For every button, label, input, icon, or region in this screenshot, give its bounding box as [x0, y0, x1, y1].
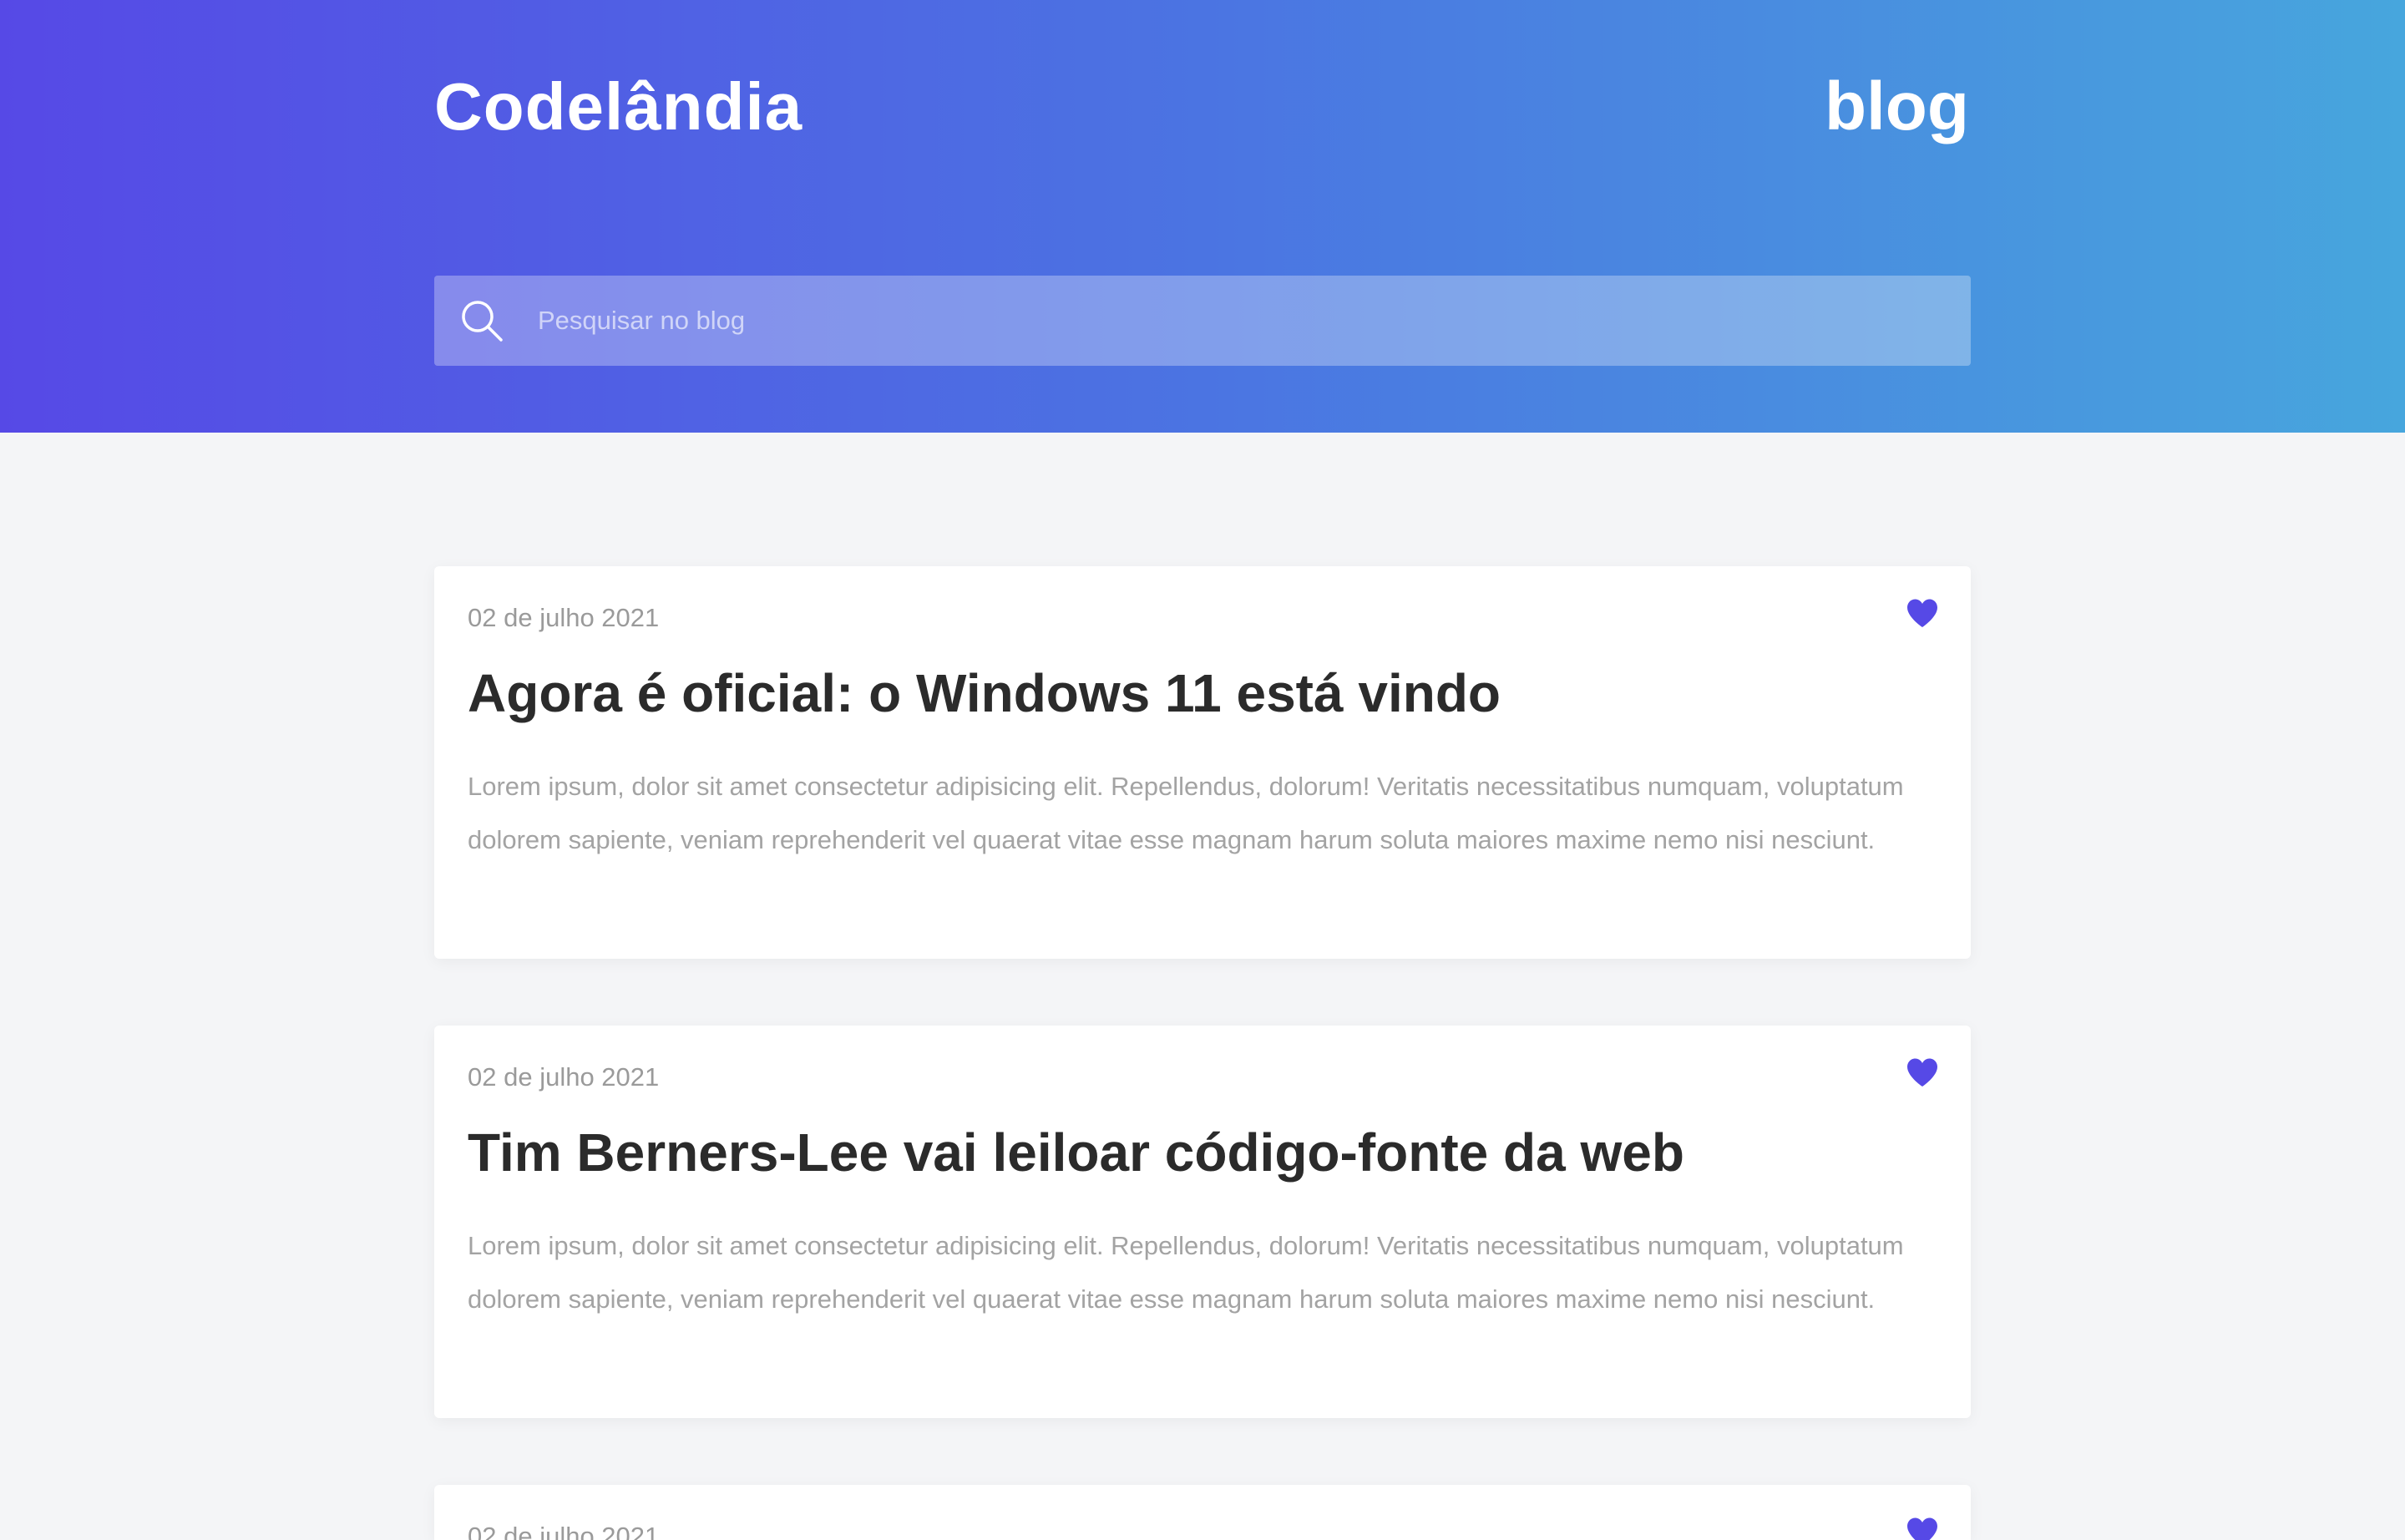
brand-logo[interactable]: Codelândia: [434, 65, 803, 149]
heart-icon[interactable]: [1906, 1517, 1939, 1540]
page-header: Codelândia blog: [0, 0, 2405, 433]
post-date: 02 de julho 2021: [468, 1062, 660, 1092]
search-icon: [462, 301, 503, 342]
post-title[interactable]: Tim Berners-Lee vai leiloar código-fonte…: [468, 1119, 1684, 1186]
post-title[interactable]: Agora é oficial: o Windows 11 está vindo: [468, 660, 1501, 727]
search-bar[interactable]: [434, 276, 1971, 366]
post-card[interactable]: 02 de julho 2021: [434, 1485, 1971, 1540]
post-card[interactable]: 02 de julho 2021 Agora é oficial: o Wind…: [434, 566, 1971, 959]
post-date: 02 de julho 2021: [468, 603, 660, 632]
post-excerpt: Lorem ipsum, dolor sit amet consectetur …: [468, 772, 1904, 854]
heart-icon[interactable]: [1906, 1057, 1939, 1087]
section-title[interactable]: blog: [1825, 65, 1969, 149]
post-date: 02 de julho 2021: [468, 1522, 660, 1540]
search-input[interactable]: [538, 276, 1971, 366]
post-excerpt: Lorem ipsum, dolor sit amet consectetur …: [468, 1231, 1904, 1314]
post-card[interactable]: 02 de julho 2021 Tim Berners-Lee vai lei…: [434, 1026, 1971, 1418]
heart-icon[interactable]: [1906, 598, 1939, 628]
